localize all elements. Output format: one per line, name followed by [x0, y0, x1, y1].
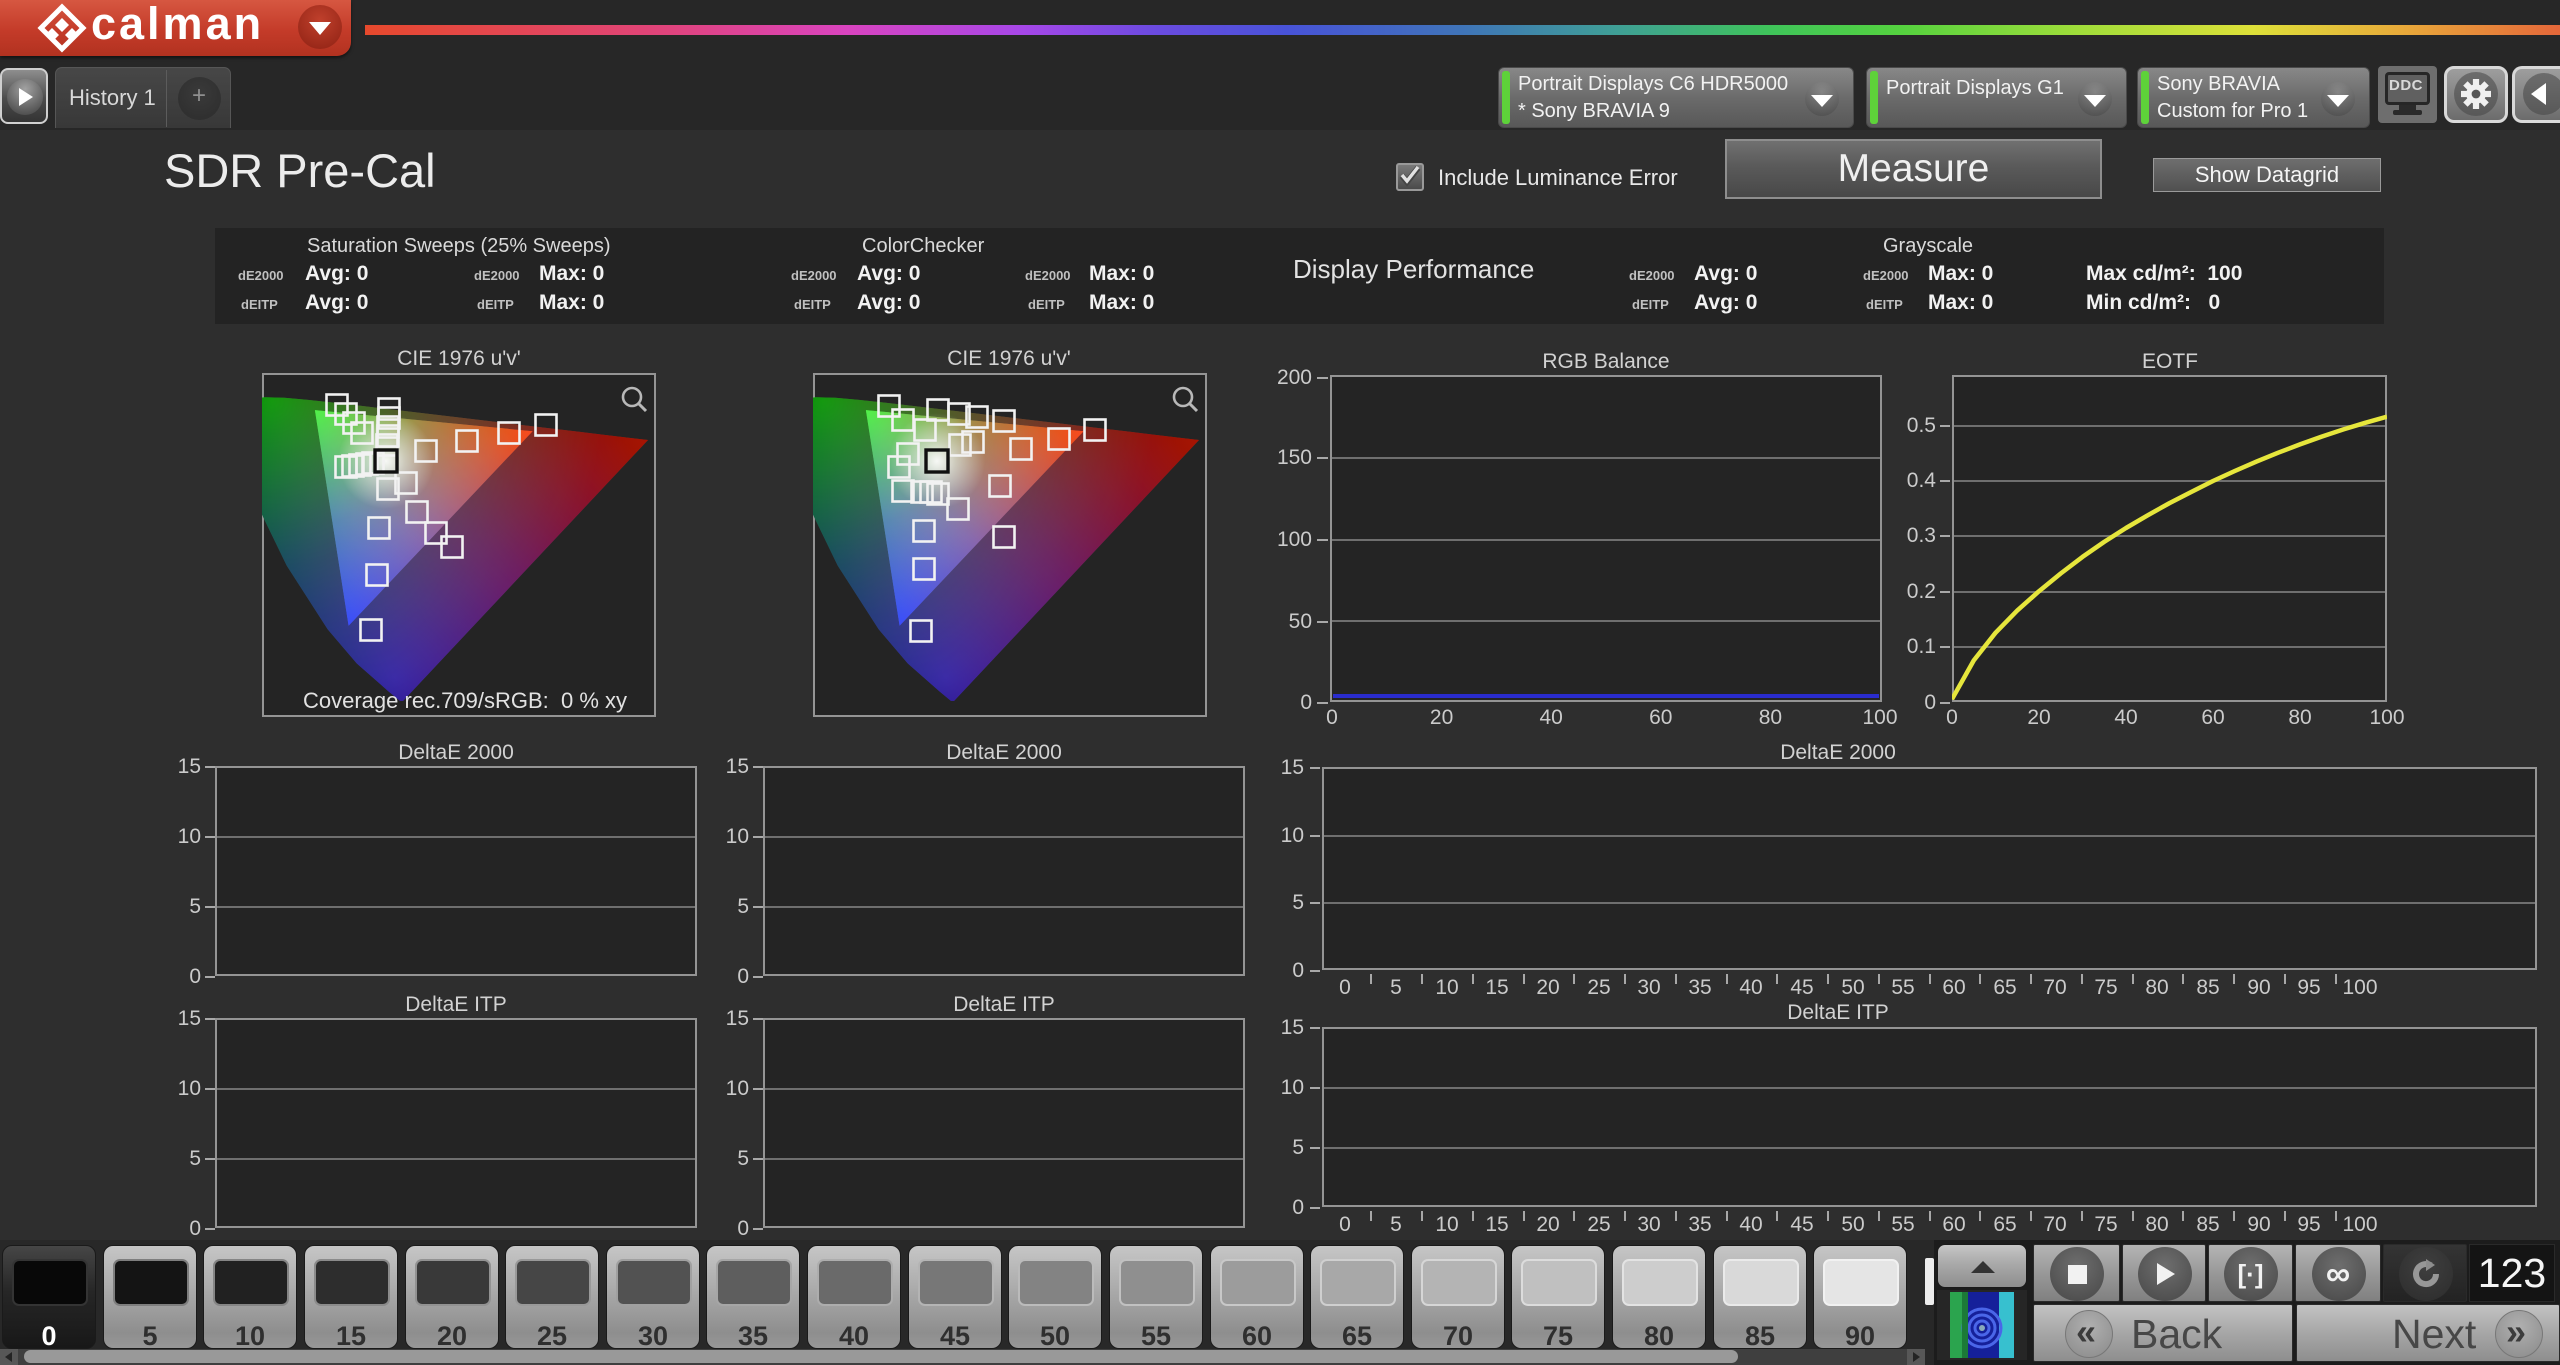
- svg-text:Coverage rec.709/sRGB: 0 % xy: Coverage rec.709/sRGB: 0 % xy: [303, 688, 627, 713]
